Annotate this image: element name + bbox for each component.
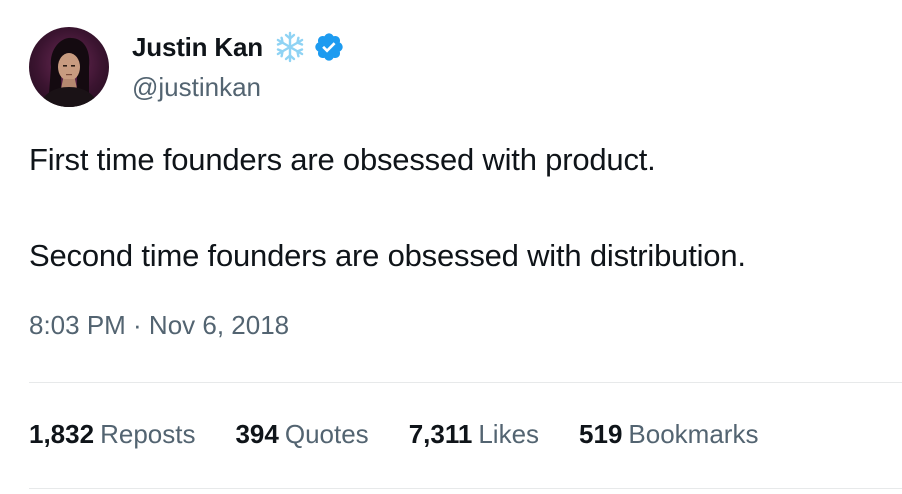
tweet-text-line: First time founders are obsessed with pr… <box>29 142 656 177</box>
reposts-stat[interactable]: 1,832 Reposts <box>29 419 195 450</box>
likes-stat[interactable]: 7,311 Likes <box>409 419 539 450</box>
bookmarks-label: Bookmarks <box>628 419 759 449</box>
likes-label: Likes <box>478 419 540 449</box>
author-name-row: Justin Kan <box>132 28 345 66</box>
avatar[interactable] <box>29 27 109 107</box>
tweet-body: First time founders are obsessed with pr… <box>29 138 879 278</box>
tweet-card: Justin Kan @justinkan First time founder… <box>0 0 902 494</box>
author-handle[interactable]: @justinkan <box>132 72 261 103</box>
divider <box>29 382 902 383</box>
verified-badge-icon[interactable] <box>313 31 345 63</box>
divider <box>29 488 902 489</box>
quotes-stat[interactable]: 394 Quotes <box>235 419 368 450</box>
reposts-label: Reposts <box>100 419 196 449</box>
bookmarks-count: 519 <box>579 419 623 449</box>
tweet-timestamp[interactable]: 8:03 PM · Nov 6, 2018 <box>29 310 289 341</box>
tweet-text-line: Second time founders are obsessed with d… <box>29 238 746 273</box>
bookmarks-stat[interactable]: 519 Bookmarks <box>579 419 758 450</box>
likes-count: 7,311 <box>408 419 473 449</box>
avatar-portrait-image <box>39 37 99 107</box>
snowflake-icon <box>273 30 307 64</box>
engagement-stats: 1,832 Reposts 394 Quotes 7,311 Likes 519 Boo… <box>29 419 798 450</box>
reposts-count: 1,832 <box>29 419 95 449</box>
quotes-count: 394 <box>235 419 279 449</box>
author-display-name[interactable]: Justin Kan <box>132 32 263 63</box>
quotes-label: Quotes <box>284 419 369 449</box>
